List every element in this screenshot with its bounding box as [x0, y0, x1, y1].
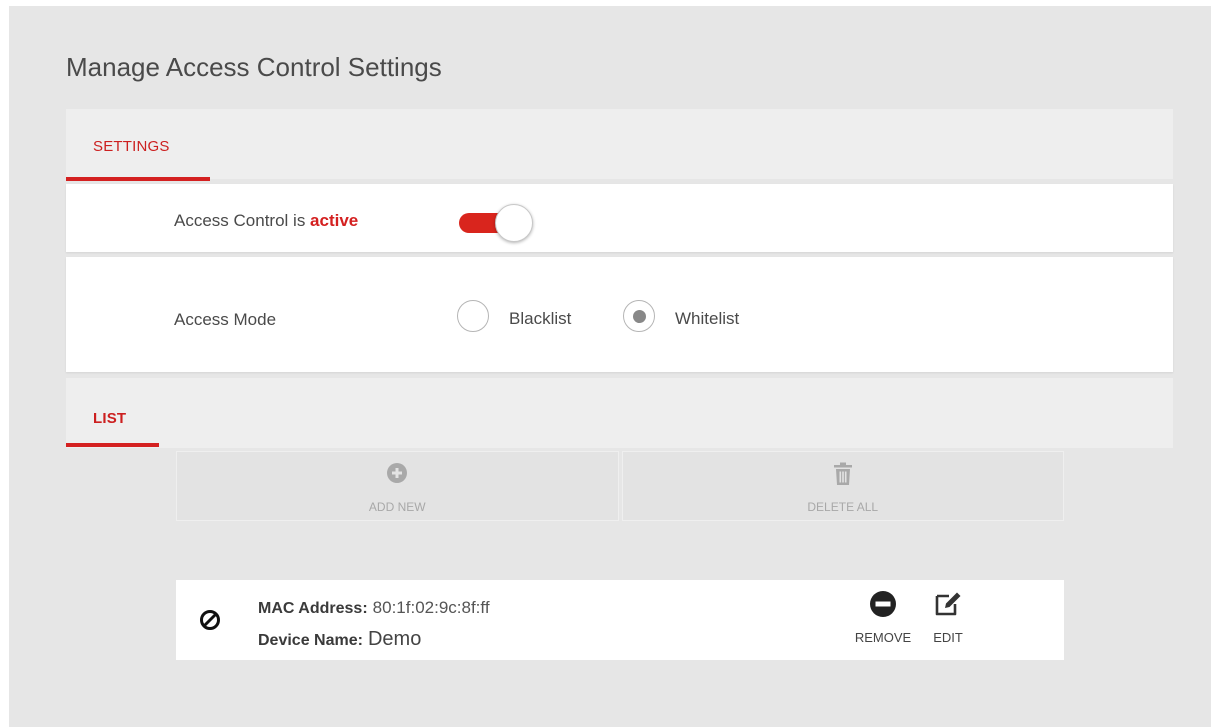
tab-settings-underline — [66, 177, 210, 181]
radio-whitelist-selected-dot — [633, 310, 646, 323]
mac-address-line: MAC Address: 80:1f:02:9c:8f:ff — [258, 597, 490, 618]
radio-blacklist-label[interactable]: Blacklist — [509, 309, 571, 329]
device-name-key: Device Name: — [258, 632, 363, 649]
access-control-label: Access Control is active — [174, 211, 358, 231]
list-action-bar: ADD NEW DELETE ALL — [176, 451, 1064, 521]
delete-all-label: DELETE ALL — [807, 500, 879, 514]
device-list-item: MAC Address: 80:1f:02:9c:8f:ff Device Na… — [176, 580, 1064, 660]
remove-button[interactable]: REMOVE — [848, 588, 918, 648]
edit-label: EDIT — [933, 630, 963, 645]
radio-whitelist-circle[interactable] — [623, 300, 655, 332]
device-name-line: Device Name: Demo — [258, 628, 421, 651]
edit-icon — [933, 590, 963, 623]
device-name-value: Demo — [367, 628, 422, 650]
page-title: Manage Access Control Settings — [66, 52, 442, 82]
toggle-knob — [495, 204, 533, 242]
tab-list-underline — [66, 443, 159, 447]
plus-circle-icon — [386, 462, 408, 489]
add-new-label: ADD NEW — [368, 500, 426, 514]
access-control-row: Access Control is active — [66, 184, 1173, 252]
list-tab-bar: LIST — [66, 378, 1173, 448]
mac-address-value: 80:1f:02:9c:8f:ff — [372, 598, 490, 617]
edit-button[interactable]: EDIT — [928, 588, 968, 648]
trash-icon — [833, 462, 853, 491]
access-control-toggle[interactable] — [459, 204, 535, 242]
page-background: Manage Access Control Settings SETTINGS … — [9, 6, 1211, 727]
minus-circle-icon — [869, 590, 897, 623]
access-control-label-prefix: Access Control is — [174, 211, 311, 230]
settings-tab-bar: SETTINGS — [66, 109, 1173, 181]
tab-settings[interactable]: SETTINGS — [93, 138, 170, 155]
access-mode-row: Access Mode Blacklist Whitelist — [66, 257, 1173, 372]
add-new-button[interactable]: ADD NEW — [176, 451, 619, 521]
remove-label: REMOVE — [854, 630, 912, 645]
mac-address-key: MAC Address: — [258, 600, 368, 617]
tab-list[interactable]: LIST — [93, 410, 126, 427]
radio-whitelist-label[interactable]: Whitelist — [675, 309, 739, 329]
access-mode-label: Access Mode — [174, 310, 277, 329]
radio-blacklist-circle[interactable] — [457, 300, 489, 332]
delete-all-button[interactable]: DELETE ALL — [621, 451, 1064, 521]
access-control-status: active — [310, 211, 359, 230]
block-icon — [199, 609, 221, 636]
